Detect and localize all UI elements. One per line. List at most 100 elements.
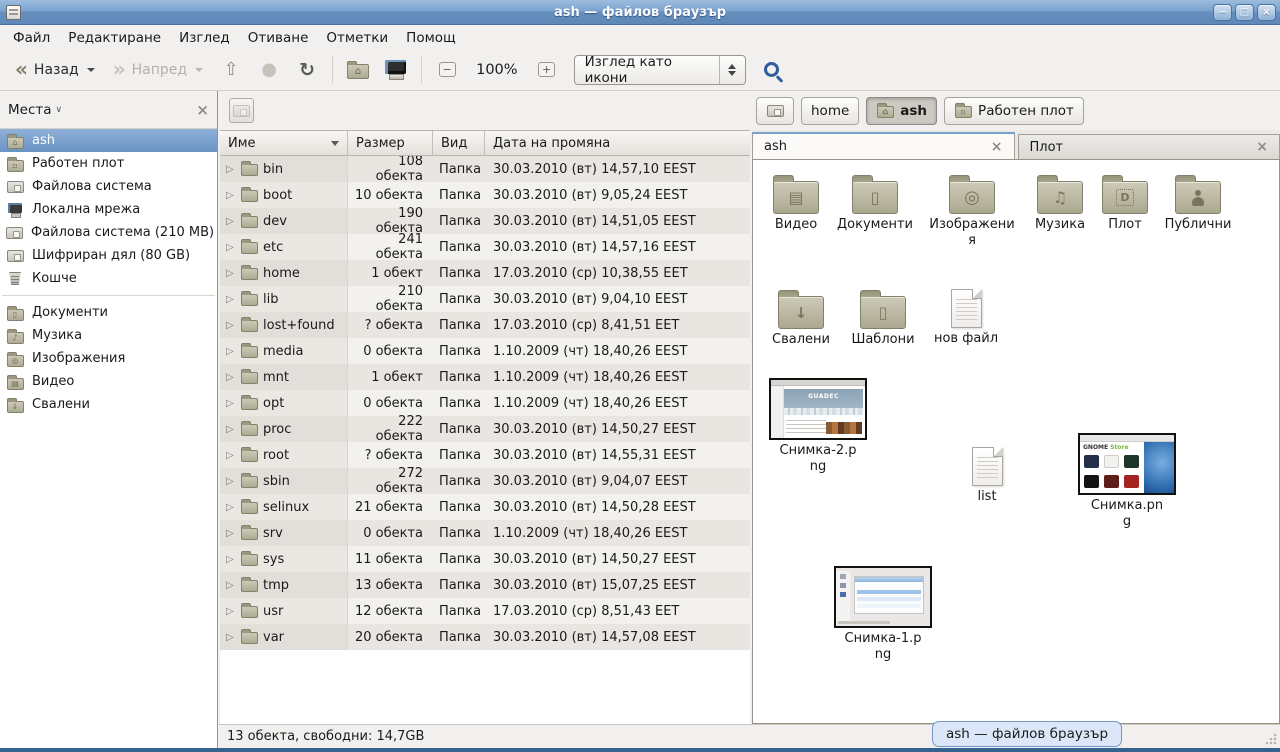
path-button-home[interactable]: home bbox=[801, 97, 859, 125]
expander-icon[interactable]: ▷ bbox=[226, 528, 236, 539]
expander-icon[interactable]: ▷ bbox=[226, 424, 236, 435]
expander-icon[interactable]: ▷ bbox=[226, 450, 236, 461]
expander-icon[interactable]: ▷ bbox=[226, 398, 236, 409]
reload-button[interactable]: ↻ bbox=[290, 54, 324, 86]
path-button-ash[interactable]: ⌂ash bbox=[866, 97, 937, 125]
sidebar-item-Изображения[interactable]: ◎Изображения bbox=[0, 347, 217, 370]
window-titlebar[interactable]: ash — файлов браузър − □ × bbox=[0, 0, 1280, 25]
menu-item-Помощ[interactable]: Помощ bbox=[397, 28, 465, 48]
column-header-date[interactable]: Дата на промяна bbox=[485, 131, 750, 155]
view-mode-spinner-icon[interactable] bbox=[719, 56, 745, 84]
expander-icon[interactable]: ▷ bbox=[226, 606, 236, 617]
table-row[interactable]: ▷sbin272 обектаПапка30.03.2010 (вт) 9,04… bbox=[220, 468, 750, 494]
menu-item-Изглед[interactable]: Изглед bbox=[170, 28, 239, 48]
sidebar-item-Файлова система (210 MB)[interactable]: Файлова система (210 MB) bbox=[0, 221, 217, 244]
sidebar-item-Файлова система[interactable]: Файлова система bbox=[0, 175, 217, 198]
expander-icon[interactable]: ▷ bbox=[226, 554, 236, 565]
path-button-Работен плот[interactable]: ▫Работен плот bbox=[944, 97, 1084, 125]
back-button[interactable]: « Назад bbox=[8, 58, 102, 82]
expander-icon[interactable]: ▷ bbox=[226, 502, 236, 513]
expander-icon[interactable]: ▷ bbox=[226, 632, 236, 643]
menu-item-Отметки[interactable]: Отметки bbox=[317, 28, 397, 48]
forward-dropdown-icon[interactable] bbox=[195, 68, 203, 72]
expander-icon[interactable]: ▷ bbox=[226, 346, 236, 357]
sidebar-item-Шифриран дял (80 GB)[interactable]: Шифриран дял (80 GB) bbox=[0, 244, 217, 267]
table-row[interactable]: ▷media0 обектаПапка1.10.2009 (чт) 18,40,… bbox=[220, 338, 750, 364]
icon-view-item-list[interactable]: list bbox=[937, 443, 1037, 505]
tab-close-icon[interactable]: × bbox=[1256, 139, 1268, 155]
expander-icon[interactable]: ▷ bbox=[226, 268, 236, 279]
icon-view-item-Документи[interactable]: Документи bbox=[825, 172, 925, 233]
sidebar-item-ash[interactable]: ⌂ash bbox=[0, 129, 217, 152]
maximize-button[interactable]: □ bbox=[1235, 4, 1254, 21]
expander-icon[interactable]: ▷ bbox=[226, 320, 236, 331]
expander-icon[interactable]: ▷ bbox=[226, 372, 236, 383]
icon-view-item-Снимка-2.png[interactable]: GUADECСнимка-2.png bbox=[768, 378, 868, 476]
icon-view-item-нов файл[interactable]: нов файл bbox=[916, 285, 1016, 347]
expander-icon[interactable]: ▷ bbox=[226, 164, 236, 175]
table-row[interactable]: ▷proc222 обектаПапка30.03.2010 (вт) 14,5… bbox=[220, 416, 750, 442]
table-row[interactable]: ▷lib210 обектаПапка30.03.2010 (вт) 9,04,… bbox=[220, 286, 750, 312]
sidebar-item-Кошче[interactable]: Кошче bbox=[0, 267, 217, 290]
minimize-button[interactable]: − bbox=[1213, 4, 1232, 21]
view-mode-select[interactable]: Изглед като икони bbox=[574, 55, 746, 85]
up-button[interactable]: ⇧ bbox=[214, 54, 248, 86]
table-row[interactable]: ▷mnt1 обектПапка1.10.2009 (чт) 18,40,26 … bbox=[220, 364, 750, 390]
icon-view-item-Публични[interactable]: Публични bbox=[1148, 172, 1248, 233]
icon-view-item-Снимка-1.png[interactable]: Снимка-1.png bbox=[833, 566, 933, 664]
expander-icon[interactable]: ▷ bbox=[226, 216, 236, 227]
table-row[interactable]: ▷usr12 обектаПапка17.03.2010 (ср) 8,51,4… bbox=[220, 598, 750, 624]
expander-icon[interactable]: ▷ bbox=[226, 294, 236, 305]
tab-Плот[interactable]: Плот× bbox=[1018, 134, 1280, 159]
sidebar-item-Видео[interactable]: ▤Видео bbox=[0, 370, 217, 393]
table-row[interactable]: ▷etc241 обектаПапка30.03.2010 (вт) 14,57… bbox=[220, 234, 750, 260]
column-header-name[interactable]: Име bbox=[220, 131, 348, 155]
search-button[interactable] bbox=[750, 54, 784, 86]
table-row[interactable]: ▷opt0 обектаПапка1.10.2009 (чт) 18,40,26… bbox=[220, 390, 750, 416]
tab-ash[interactable]: ash× bbox=[752, 132, 1015, 159]
column-header-size[interactable]: Размер bbox=[348, 131, 433, 155]
table-row[interactable]: ▷tmp13 обектаПапка30.03.2010 (вт) 15,07,… bbox=[220, 572, 750, 598]
home-button[interactable]: ⌂ bbox=[341, 54, 375, 86]
menu-item-Файл[interactable]: Файл bbox=[4, 28, 59, 48]
sidebar-item-Локална мрежа[interactable]: Локална мрежа bbox=[0, 198, 217, 221]
table-row[interactable]: ▷selinux21 обектаПапка30.03.2010 (вт) 14… bbox=[220, 494, 750, 520]
table-row[interactable]: ▷root? обектаПапка30.03.2010 (вт) 14,55,… bbox=[220, 442, 750, 468]
menu-item-Редактиране[interactable]: Редактиране bbox=[59, 28, 170, 48]
table-row[interactable]: ▷var20 обектаПапка30.03.2010 (вт) 14,57,… bbox=[220, 624, 750, 650]
back-dropdown-icon[interactable] bbox=[87, 68, 95, 72]
taskbar-window-button[interactable]: ash — файлов браузър bbox=[932, 721, 1122, 747]
icon-view[interactable]: ВидеоДокументиИзображенияМузикаПлотПубли… bbox=[752, 160, 1280, 724]
table-row[interactable]: ▷boot10 обектаПапка30.03.2010 (вт) 9,05,… bbox=[220, 182, 750, 208]
sidebar-item-Работен плот[interactable]: ▫Работен плот bbox=[0, 152, 217, 175]
sidebar-item-Музика[interactable]: ♪Музика bbox=[0, 324, 217, 347]
menu-item-Отиване[interactable]: Отиване bbox=[239, 28, 318, 48]
column-header-type[interactable]: Вид bbox=[433, 131, 485, 155]
path-button-drive[interactable] bbox=[756, 97, 794, 125]
icon-view-item-Изображения[interactable]: Изображения bbox=[922, 172, 1022, 250]
places-title[interactable]: Места bbox=[8, 102, 52, 118]
icon-view-item-Снимка.png[interactable]: GNOME StoreСнимка.png bbox=[1077, 433, 1177, 531]
drive-mini-button[interactable] bbox=[229, 98, 254, 123]
expander-icon[interactable]: ▷ bbox=[226, 476, 236, 487]
table-row[interactable]: ▷bin108 обектаПапка30.03.2010 (вт) 14,57… bbox=[220, 156, 750, 182]
close-button[interactable]: × bbox=[1257, 4, 1276, 21]
table-row[interactable]: ▷srv0 обектаПапка1.10.2009 (чт) 18,40,26… bbox=[220, 520, 750, 546]
resize-grip[interactable] bbox=[1265, 733, 1277, 745]
places-close-icon[interactable]: × bbox=[196, 101, 209, 119]
sidebar-item-Свалени[interactable]: ↓Свалени bbox=[0, 393, 217, 416]
table-row[interactable]: ▷home1 обектПапка17.03.2010 (ср) 10,38,5… bbox=[220, 260, 750, 286]
sidebar-item-Документи[interactable]: ▯Документи bbox=[0, 301, 217, 324]
table-row[interactable]: ▷dev190 обектаПапка30.03.2010 (вт) 14,51… bbox=[220, 208, 750, 234]
zoom-in-button[interactable]: + bbox=[530, 54, 564, 86]
table-row[interactable]: ▷lost+found? обектаПапка17.03.2010 (ср) … bbox=[220, 312, 750, 338]
expander-icon[interactable]: ▷ bbox=[226, 242, 236, 253]
tab-close-icon[interactable]: × bbox=[991, 139, 1003, 155]
zoom-out-button[interactable]: − bbox=[430, 54, 464, 86]
forward-button[interactable]: » Напред bbox=[106, 58, 210, 82]
computer-button[interactable] bbox=[379, 54, 413, 86]
table-row[interactable]: ▷sys11 обектаПапка30.03.2010 (вт) 14,50,… bbox=[220, 546, 750, 572]
stop-button[interactable]: ● bbox=[252, 54, 286, 86]
expander-icon[interactable]: ▷ bbox=[226, 580, 236, 591]
places-chevron-icon[interactable]: ∨ bbox=[56, 105, 63, 115]
